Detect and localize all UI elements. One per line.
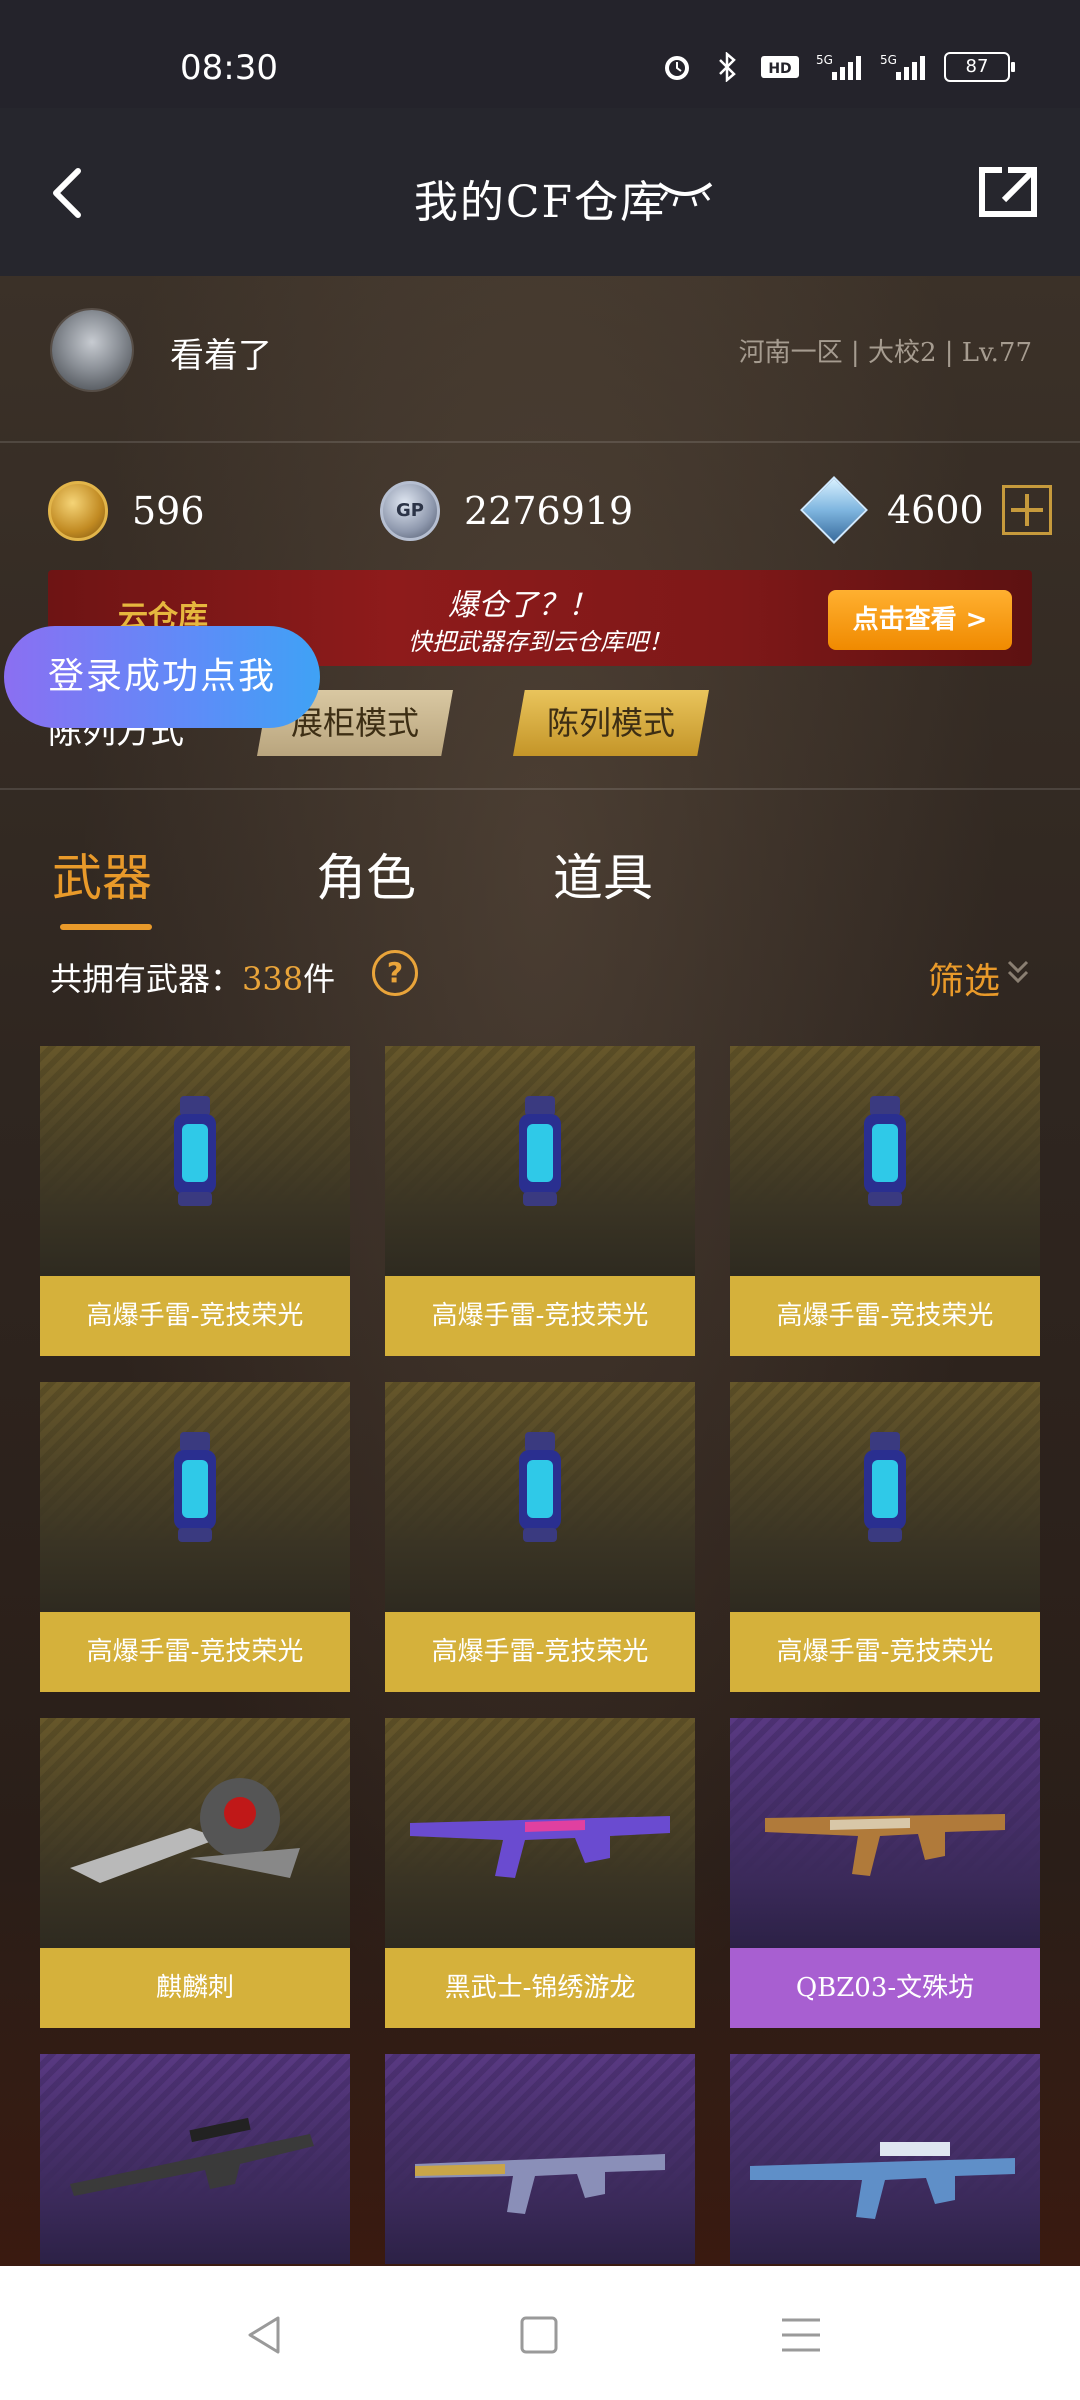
nav-home-icon[interactable] xyxy=(514,2310,564,2360)
list-mode-button[interactable]: 陈列模式 xyxy=(513,690,709,756)
battery-indicator: 87 xyxy=(944,52,1015,82)
signal-5g-icon-2: 5G xyxy=(880,53,925,80)
weapon-card[interactable] xyxy=(385,2054,695,2264)
weapon-image xyxy=(730,1718,1040,1948)
weapon-name: 高爆手雷-竞技荣光 xyxy=(730,1276,1040,1356)
status-bar: 08:30 HD 5G 5G 87 xyxy=(0,0,1080,108)
sniper-rifle-icon xyxy=(70,2117,314,2196)
gp-value: 2276919 xyxy=(464,489,634,533)
weapon-name: 高爆手雷-竞技荣光 xyxy=(40,1612,350,1692)
weapon-name: 高爆手雷-竞技荣光 xyxy=(730,1612,1040,1692)
weapon-name: 高爆手雷-竞技荣光 xyxy=(385,1276,695,1356)
profile-row: 看着了 河南一区 | 大校2 | Lv.77 xyxy=(0,276,1080,443)
help-icon[interactable]: ? xyxy=(372,950,418,996)
count-prefix: 共拥有武器： xyxy=(50,960,243,998)
blade-weapon-icon xyxy=(70,1778,300,1883)
cf-points-value: 596 xyxy=(132,489,205,533)
eye-closed-icon[interactable] xyxy=(655,178,715,208)
weapon-image xyxy=(40,2054,350,2264)
bluetooth-icon xyxy=(719,52,736,82)
weapon-image xyxy=(385,2054,695,2264)
active-tab-indicator xyxy=(60,924,152,930)
currency-row: 596 GP 2276919 4600 xyxy=(0,441,1080,571)
banner-headline: 爆仓了？！ xyxy=(448,588,598,623)
weapon-image xyxy=(730,1382,1040,1612)
tab-item[interactable]: 道具 xyxy=(553,838,653,910)
double-chevron-down-icon[interactable] xyxy=(1006,958,1030,986)
weapon-card[interactable]: 高爆手雷-竞技荣光 xyxy=(385,1046,695,1356)
gp-coin-icon: GP xyxy=(380,481,440,541)
rifle-icon xyxy=(410,1816,670,1878)
count-number: 338 xyxy=(242,960,304,998)
hd-icon: HD xyxy=(761,56,799,78)
weapon-name: QBZ03-文殊坊 xyxy=(730,1948,1040,2028)
nav-back-icon[interactable] xyxy=(240,2310,290,2360)
app-header: 我的CF仓库 xyxy=(0,108,1080,276)
add-diamond-button[interactable] xyxy=(1001,485,1052,535)
weapon-card[interactable] xyxy=(730,2054,1040,2264)
svg-text:HD: HD xyxy=(768,61,791,77)
status-time: 08:30 xyxy=(180,48,278,88)
login-success-toast[interactable]: 登录成功点我 xyxy=(4,626,320,728)
rifle-icon xyxy=(765,1814,1005,1876)
nav-menu-icon[interactable] xyxy=(776,2310,826,2360)
grenade-icon xyxy=(174,1096,216,1206)
rifle-icon xyxy=(415,2154,665,2214)
grenade-icon xyxy=(519,1096,561,1206)
weapon-card[interactable]: 高爆手雷-竞技荣光 xyxy=(730,1046,1040,1356)
tab-role[interactable]: 角色 xyxy=(316,838,416,910)
diamond-value: 4600 xyxy=(887,488,984,532)
signal-5g-icon: 5G xyxy=(816,53,861,80)
weapon-image xyxy=(40,1046,350,1276)
warehouse-content: 看着了 河南一区 | 大校2 | Lv.77 596 GP 2276919 46… xyxy=(0,276,1080,2266)
grenade-icon xyxy=(864,1432,906,1542)
weapon-card[interactable]: 高爆手雷-竞技荣光 xyxy=(40,1382,350,1692)
diamonds: 4600 xyxy=(800,476,1052,544)
share-icon[interactable] xyxy=(978,166,1038,218)
banner-view-button[interactable]: 点击查看 > xyxy=(828,590,1012,650)
filter-button[interactable]: 筛选 xyxy=(928,952,1000,1004)
weapon-image xyxy=(40,1718,350,1948)
grenade-icon xyxy=(864,1096,906,1206)
weapon-name: 麒麟刺 xyxy=(40,1948,350,2028)
alarm-icon xyxy=(665,56,689,80)
grenade-icon xyxy=(519,1432,561,1542)
weapon-count: 共拥有武器：338件 xyxy=(50,954,335,1000)
system-nav-bar xyxy=(0,2266,1080,2400)
status-icons: HD 5G 5G 87 xyxy=(660,52,1015,82)
diamond-icon xyxy=(800,476,868,544)
weapon-image xyxy=(385,1718,695,1948)
svg-text:5G: 5G xyxy=(816,53,833,67)
weapon-card[interactable] xyxy=(40,2054,350,2264)
weapon-image xyxy=(385,1046,695,1276)
cf-points: 596 xyxy=(48,481,205,541)
weapon-image xyxy=(730,1046,1040,1276)
username: 看着了 xyxy=(170,336,272,376)
weapon-name: 黑武士-锦绣游龙 xyxy=(385,1948,695,2028)
weapon-image xyxy=(730,2054,1040,2264)
weapon-image xyxy=(385,1382,695,1612)
weapon-image xyxy=(40,1382,350,1612)
page-title: 我的CF仓库 xyxy=(413,177,667,228)
svg-text:5G: 5G xyxy=(880,53,897,67)
gp-points: GP 2276919 xyxy=(380,481,633,541)
weapon-card[interactable]: 高爆手雷-竞技荣光 xyxy=(385,1382,695,1692)
category-tabs: 武器 角色 道具 xyxy=(0,788,1080,938)
rifle-icon xyxy=(750,2142,1015,2219)
weapon-count-row: 共拥有武器：338件 ? 筛选 xyxy=(0,938,1080,1008)
tab-weapon[interactable]: 武器 xyxy=(52,838,152,910)
server-info: 河南一区 | 大校2 | Lv.77 xyxy=(738,338,1032,368)
weapon-name: 高爆手雷-竞技荣光 xyxy=(385,1612,695,1692)
weapon-name: 高爆手雷-竞技荣光 xyxy=(40,1276,350,1356)
weapon-card[interactable]: 黑武士-锦绣游龙 xyxy=(385,1718,695,2028)
weapon-card[interactable]: QBZ03-文殊坊 xyxy=(730,1718,1040,2028)
cf-coin-icon xyxy=(48,481,108,541)
banner-subline: 快把武器存到云仓库吧！ xyxy=(408,628,672,656)
grenade-icon xyxy=(174,1432,216,1542)
weapon-card[interactable]: 高爆手雷-竞技荣光 xyxy=(730,1382,1040,1692)
avatar[interactable] xyxy=(52,310,132,390)
weapon-card[interactable]: 高爆手雷-竞技荣光 xyxy=(40,1046,350,1356)
weapon-card[interactable]: 麒麟刺 xyxy=(40,1718,350,2028)
count-suffix: 件 xyxy=(303,960,336,998)
